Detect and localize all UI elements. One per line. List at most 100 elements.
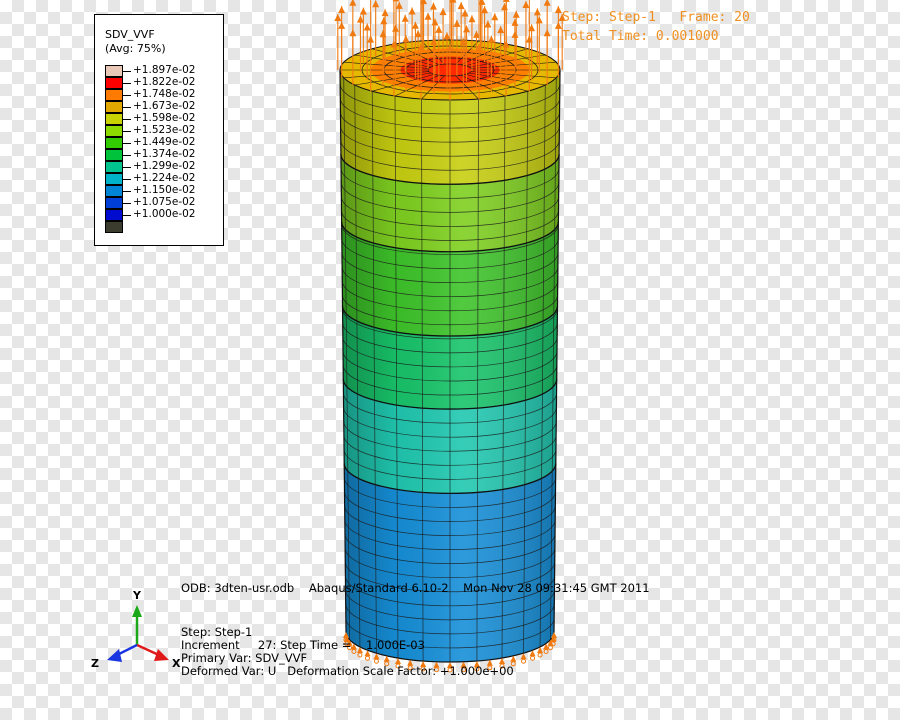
legend-value: +1.449e-02: [133, 136, 196, 148]
legend-entry: +1.000e-02: [105, 208, 215, 221]
load-arrow-head: [402, 35, 410, 43]
axis-y-head: [132, 605, 142, 617]
load-arrow-head: [429, 2, 437, 10]
load-arrow-head: [392, 0, 400, 2]
load-arrow-head: [500, 3, 508, 11]
legend-swatch: [105, 89, 123, 101]
legend-subtitle: (Avg: 75%): [105, 42, 166, 55]
legend-value: +1.523e-02: [133, 124, 196, 136]
legend-tick: [123, 107, 131, 108]
legend-tick: [123, 215, 131, 216]
legend-tick: [123, 191, 131, 192]
bc-roller: [530, 655, 536, 661]
legend-tick: [123, 131, 131, 132]
legend-tick: [123, 167, 131, 168]
axis-label-y: Y: [133, 589, 141, 602]
legend-swatch: [105, 65, 123, 77]
contour-legend: SDV_VVF (Avg: 75%) +1.897e-02 +1.822e-02 +…: [94, 14, 224, 246]
load-arrow-head: [502, 0, 510, 2]
increment-info-line: Increment 27: Step Time = 1.000E-03: [181, 638, 425, 652]
load-arrow-head: [411, 21, 419, 29]
legend-swatch: [105, 149, 123, 161]
legend-tick: [123, 179, 131, 180]
bc-roller: [373, 658, 379, 664]
load-arrow-head: [372, 0, 380, 8]
load-arrow-head: [512, 10, 520, 18]
legend-swatch: [105, 197, 123, 209]
step-frame-info: Step: Step-1 Frame: 20 Total Time: 0.001…: [562, 8, 750, 46]
bc-roller: [537, 652, 543, 658]
bc-roller: [543, 648, 549, 654]
step-frame-line: Step: Step-1 Frame: 20: [562, 10, 750, 25]
step-info-line: Step: Step-1: [181, 625, 253, 639]
legend-value: +1.075e-02: [133, 196, 196, 208]
legend-tick: [123, 203, 131, 204]
legend-entry: [105, 221, 215, 233]
axis-label-x: X: [172, 657, 181, 670]
load-arrow-head: [484, 20, 492, 28]
load-arrow-head: [424, 12, 432, 20]
legend-swatch: [105, 161, 123, 173]
load-arrow-head: [543, 0, 551, 6]
load-arrow-head: [408, 7, 416, 15]
load-arrow-head: [491, 13, 499, 21]
load-arrow-head: [453, 19, 461, 27]
load-arrow-head: [435, 25, 443, 33]
bc-roller: [357, 652, 363, 658]
legend-swatch: [105, 137, 123, 149]
legend-value: +1.748e-02: [133, 88, 196, 100]
load-arrow-head: [359, 7, 367, 15]
total-time-line: Total Time: 0.001000: [562, 29, 719, 44]
legend-tick: [123, 95, 131, 96]
legend-value: +1.299e-02: [133, 160, 196, 172]
load-arrow-head: [395, 1, 403, 9]
legend-value: +1.822e-02: [133, 76, 196, 88]
legend-swatch: [105, 173, 123, 185]
legend-value: +1.224e-02: [133, 172, 196, 184]
axis-label-z: Z: [91, 657, 99, 670]
load-arrow-head: [487, 35, 495, 43]
load-arrow-head: [338, 6, 346, 14]
legend-value: +1.598e-02: [133, 112, 196, 124]
legend-tick: [123, 71, 131, 72]
axis-triad: [107, 605, 169, 662]
legend-value: +1.673e-02: [133, 100, 196, 112]
legend-swatch: [105, 101, 123, 113]
load-arrow-head: [497, 26, 505, 34]
load-arrow-head: [522, 0, 530, 8]
legend-swatch: [105, 209, 123, 221]
odb-info-line: ODB: 3dten-usr.odb Abaqus/Standard 6.10-…: [181, 581, 650, 595]
load-arrow-head: [431, 18, 439, 26]
load-arrow-head: [401, 14, 409, 22]
load-arrow-head: [381, 9, 389, 17]
load-arrow-head: [457, 2, 465, 10]
load-arrow-head: [349, 0, 357, 6]
legend-swatch: [105, 125, 123, 137]
axis-x-head: [154, 649, 169, 661]
bc-roller: [521, 658, 527, 664]
legend-title: SDV_VVF: [105, 28, 155, 41]
bc-roller: [364, 655, 370, 661]
load-arrow-head: [463, 25, 471, 33]
load-arrow-head: [468, 15, 476, 23]
legend-value: +1.000e-02: [133, 208, 196, 220]
load-arrow-head: [363, 23, 371, 31]
load-arrow-head: [334, 14, 342, 21]
load-arrow-head: [443, 32, 451, 40]
legend-value: +1.897e-02: [133, 64, 196, 76]
cylinder-mesh: [339, 39, 561, 663]
legend-tick: [123, 143, 131, 144]
load-arrow-head: [511, 18, 519, 26]
legend-tick: [123, 83, 131, 84]
load-arrow-head: [380, 17, 388, 25]
legend-value: +1.374e-02: [133, 148, 196, 160]
legend-tick: [123, 119, 131, 120]
legend-swatch: [105, 185, 123, 197]
legend-swatch: [105, 221, 123, 233]
deformed-var-line: Deformed Var: U Deformation Scale Factor…: [181, 664, 514, 678]
legend-swatch: [105, 113, 123, 125]
load-arrow-head: [439, 8, 447, 16]
load-arrow-head: [554, 6, 562, 14]
legend-value: +1.150e-02: [133, 184, 196, 196]
load-arrow-head: [392, 24, 400, 32]
